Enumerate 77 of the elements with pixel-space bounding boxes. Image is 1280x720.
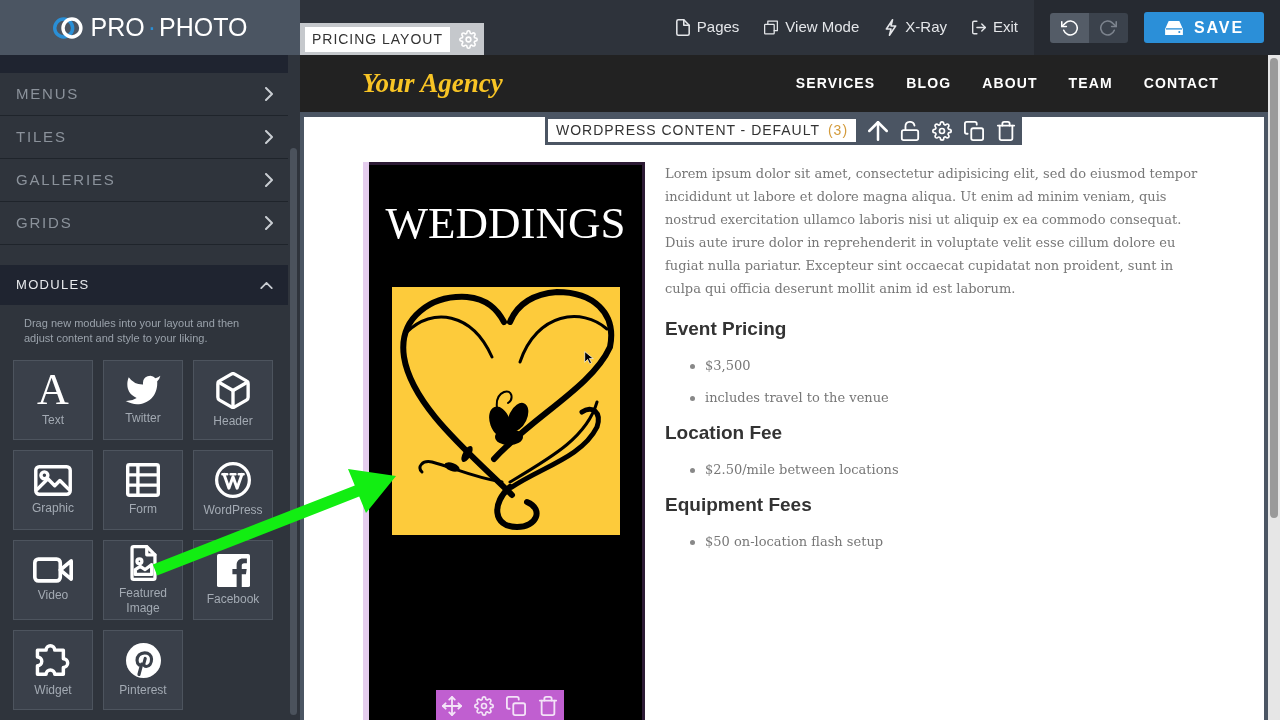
layout-name: PRICING LAYOUT <box>305 26 450 52</box>
rings-icon <box>52 16 84 39</box>
module-count: (3) <box>827 121 849 140</box>
pinterest-icon <box>125 642 161 678</box>
picture-icon <box>34 464 72 496</box>
module-tile[interactable]: WordPress <box>193 450 273 530</box>
sidebar-item[interactable]: TILES <box>0 116 288 159</box>
scrollbar-thumb[interactable] <box>290 148 297 715</box>
module-tile[interactable]: Header <box>193 360 273 440</box>
nav-link[interactable]: ABOUT <box>982 73 1038 94</box>
trash-icon[interactable] <box>996 120 1017 141</box>
module-tile[interactable]: Featured Image <box>103 540 183 620</box>
table-icon <box>126 463 160 497</box>
cursor-icon <box>584 350 594 366</box>
undo-icon <box>1061 19 1078 36</box>
video-camera-icon <box>33 557 73 583</box>
sidebar-item[interactable]: GRIDS <box>0 202 288 245</box>
nav-link[interactable]: CONTACT <box>1143 73 1219 94</box>
bullet-icon <box>690 539 695 545</box>
bird-icon <box>124 374 162 406</box>
nav-link[interactable]: SERVICES <box>795 73 876 94</box>
section-heading: Equipment Fees <box>665 493 813 517</box>
modules-hint: Drag new modules into your layout and then adjust content and style to your liking. <box>23 316 241 346</box>
nav-link[interactable]: TEAM <box>1068 73 1113 94</box>
list-item-text: $3,500 <box>705 357 751 375</box>
site-brand[interactable]: Your Agency <box>362 63 503 104</box>
move-icon[interactable] <box>442 696 462 716</box>
facebook-icon <box>216 553 250 587</box>
copy-icon[interactable] <box>964 120 985 141</box>
drive-icon <box>1163 19 1184 36</box>
bullet-icon <box>690 363 695 369</box>
view-mode-button[interactable]: View Mode <box>764 16 860 39</box>
list-item-text: $50 on-location flash setup <box>705 533 884 551</box>
unlock-icon[interactable] <box>900 120 921 141</box>
redo-icon <box>1100 19 1117 36</box>
image-title: WEDDINGS <box>385 201 626 246</box>
modules-header[interactable]: MODULES <box>0 265 288 305</box>
chevron-right-icon <box>265 130 273 144</box>
letter-icon: A <box>37 372 69 408</box>
module-tile[interactable]: Form <box>103 450 183 530</box>
module-tile[interactable]: Widget <box>13 630 93 710</box>
undo-button[interactable] <box>1050 12 1089 43</box>
module-tile[interactable]: Pinterest <box>103 630 183 710</box>
windows-icon <box>764 19 779 36</box>
x-ray-button[interactable]: X-Ray <box>884 16 947 39</box>
image-document-icon <box>129 544 157 581</box>
module-tile[interactable]: Facebook <box>193 540 273 620</box>
module-tile[interactable]: Video <box>13 540 93 620</box>
module-tile[interactable]: Graphic <box>13 450 93 530</box>
chevron-right-icon <box>265 87 273 101</box>
exit-button[interactable]: Exit <box>972 16 1018 39</box>
list-item-text: $2.50/mile between locations <box>705 461 899 479</box>
sidebar-item[interactable]: GALLERIES <box>0 159 288 202</box>
module-tile[interactable]: A Text <box>13 360 93 440</box>
nav-link[interactable]: BLOG <box>906 73 952 94</box>
sidebar-item[interactable]: MENUS <box>0 73 288 116</box>
body-paragraph: Lorem ipsum dolor sit amet, consectetur adipisicing elit, sed do eiusmod tempor incididunt ut labore et dolore magna aliqua. Ut enim ad minim veniam, quis nostrud exercitation ullamco laboris nisi ut aliquip ex ea commodo consequat. Duis aute irure dolor in reprehenderit in voluptate velit esse cillum dolore eu fugiat nulla pariatur. Excepteur sint occaecat cupidatat non proident, sunt in culpa qui officia deserunt mollit anim id est laborum. <box>665 165 1199 298</box>
up-arrow-icon[interactable] <box>868 120 889 141</box>
chevron-right-icon <box>265 216 273 230</box>
save-button[interactable]: SAVE <box>1144 12 1264 43</box>
section-heading: Event Pricing <box>665 317 788 341</box>
pages-button[interactable]: Pages <box>675 16 740 39</box>
exit-icon <box>972 19 986 36</box>
module-tile[interactable]: Twitter <box>103 360 183 440</box>
lightning-icon <box>884 19 899 36</box>
bullet-icon <box>690 467 695 473</box>
page-icon <box>675 19 690 36</box>
chevron-right-icon <box>265 173 273 187</box>
bullet-icon <box>690 395 695 401</box>
logo-text: PRO·PHOTO <box>90 15 248 40</box>
puzzle-piece-icon <box>34 642 72 678</box>
module-name: WORDPRESS CONTENT - DEFAULT <box>556 121 820 140</box>
cube-icon <box>216 371 250 409</box>
section-heading: Location Fee <box>665 421 784 445</box>
wordpress-icon <box>215 462 251 498</box>
scrollbar-thumb[interactable] <box>1270 58 1278 518</box>
list-item-text: includes travel to the venue <box>705 389 889 407</box>
